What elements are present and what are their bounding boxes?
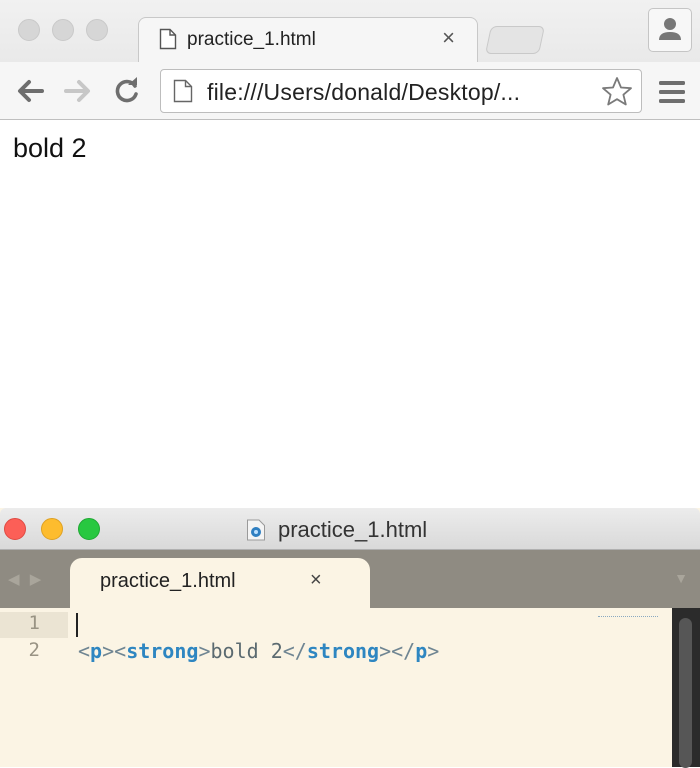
code-punctuation: >< [102, 639, 127, 663]
editor-window: practice_1.html ◀ ▶ practice_1.html × ▼ … [0, 508, 700, 768]
code-text-content: bold 2 [210, 639, 283, 663]
hamburger-menu-icon[interactable] [658, 80, 686, 109]
editor-tab-bar: ◀ ▶ practice_1.html × ▼ [0, 550, 700, 608]
editor-scrollbar[interactable] [672, 608, 700, 768]
code-tag-name: strong [306, 639, 380, 663]
rendered-paragraph: bold 2 [13, 133, 87, 164]
editor-window-controls [4, 518, 100, 540]
code-tag-name: p [415, 639, 428, 663]
profile-button[interactable] [648, 8, 692, 52]
current-line-highlight [68, 612, 672, 638]
code-line[interactable]: <p><strong>bold 2</strong></p> [78, 639, 439, 663]
page-document-icon [173, 79, 193, 108]
rendered-bold-text: bold 2 [13, 133, 87, 163]
tab-dropdown-icon[interactable]: ▼ [674, 570, 688, 586]
code-tag-name: p [90, 639, 103, 663]
code-punctuation: ></ [379, 639, 416, 663]
editor-tab-title: practice_1.html [100, 570, 236, 592]
text-caret [76, 613, 78, 637]
browser-zoom-button[interactable] [86, 19, 108, 41]
line-number: 2 [28, 639, 40, 661]
line-number: 1 [0, 612, 68, 638]
tab-navigation-arrows-icon[interactable]: ◀ ▶ [8, 570, 44, 588]
browser-tab-title: practice_1.html [187, 29, 316, 50]
html-file-icon [246, 519, 266, 546]
close-tab-icon[interactable]: × [442, 25, 455, 50]
code-punctuation: > [198, 639, 211, 663]
browser-toolbar: file:///Users/donald/Desktop/... [0, 62, 700, 120]
browser-tab-strip: practice_1.html × [0, 0, 700, 63]
editor-close-button[interactable] [4, 518, 26, 540]
url-text: file:///Users/donald/Desktop/... [207, 79, 521, 105]
browser-window-controls [18, 19, 108, 41]
editor-tab[interactable]: practice_1.html × [70, 558, 370, 608]
browser-window: practice_1.html × file:///Users/donald/D… [0, 0, 700, 508]
browser-tab[interactable]: practice_1.html × [138, 17, 478, 63]
person-icon [649, 18, 691, 55]
page-viewport: bold 2 [0, 120, 700, 508]
code-area[interactable]: 1 2 <p><strong>bold 2</strong></p> [0, 608, 700, 768]
scrollbar-thumb[interactable] [679, 618, 692, 768]
code-tag-name: strong [126, 639, 199, 663]
new-tab-button[interactable] [485, 26, 545, 54]
browser-close-button[interactable] [18, 19, 40, 41]
minimap[interactable] [598, 616, 658, 620]
editor-window-title: practice_1.html [278, 517, 428, 542]
document-icon [159, 28, 177, 55]
code-punctuation: > [427, 639, 440, 663]
editor-minimize-button[interactable] [41, 518, 63, 540]
reload-icon[interactable] [112, 76, 142, 111]
code-punctuation: </ [282, 639, 307, 663]
code-punctuation: < [78, 639, 91, 663]
bookmark-star-icon[interactable] [601, 76, 633, 111]
close-editor-tab-icon[interactable]: × [310, 569, 322, 592]
editor-zoom-button[interactable] [78, 518, 100, 540]
back-arrow-icon[interactable] [14, 76, 46, 111]
address-bar[interactable]: file:///Users/donald/Desktop/... [160, 69, 642, 113]
browser-minimize-button[interactable] [52, 19, 74, 41]
forward-arrow-icon[interactable] [62, 76, 94, 111]
editor-title-bar: practice_1.html [0, 508, 700, 550]
